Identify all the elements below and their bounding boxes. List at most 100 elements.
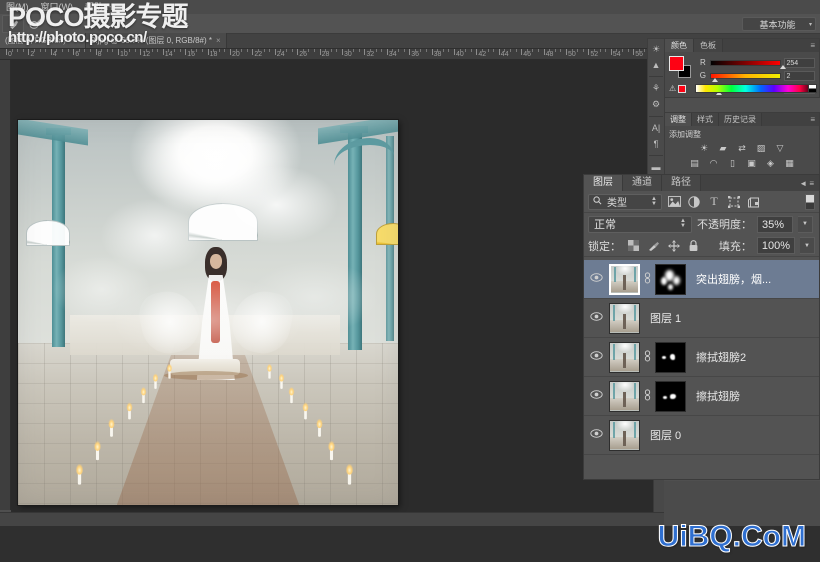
filter-toggle[interactable] <box>805 193 815 210</box>
layer-row[interactable]: 擦拭翅膀2 <box>584 338 819 377</box>
chevron-updown-icon-blend[interactable]: ▲ ▼ <box>680 218 686 229</box>
tab-color[interactable]: 颜色 <box>665 39 694 52</box>
layer-mask-thumbnail[interactable] <box>655 380 686 412</box>
tab-channels[interactable]: 通道 <box>623 175 662 191</box>
menu-item-view[interactable]: 图(M) <box>0 0 35 14</box>
smart-object-filter-icon[interactable] <box>746 194 762 210</box>
more-dock-icon[interactable]: ▬ <box>648 160 664 174</box>
layer-row[interactable]: 图层 1 <box>584 299 819 338</box>
layer-thumbnail[interactable] <box>609 380 640 412</box>
adjustment-filter-icon[interactable] <box>686 194 702 210</box>
layer-row[interactable]: 擦拭翅膀 <box>584 377 819 416</box>
gamut-color-chip[interactable] <box>678 84 687 93</box>
layer-kind-select[interactable]: 类型 ▲ ▼ <box>588 193 662 210</box>
character-dock-icon[interactable]: A| <box>648 121 664 135</box>
layer-row[interactable]: 突出翅膀，烟... <box>584 260 819 299</box>
layer-visibility-eye-icon[interactable] <box>588 429 605 441</box>
opacity-value[interactable]: 35% <box>757 215 793 233</box>
slider-thumb-r[interactable] <box>779 64 786 69</box>
layer-visibility-eye-icon[interactable] <box>588 273 605 285</box>
layer-name[interactable]: 突出翅膀，烟... <box>696 271 771 287</box>
eraser-icon[interactable] <box>27 15 45 33</box>
document-tab-secondary[interactable]: 2.jpg @ 66.7% (图层 0, RGB/8#) * × <box>85 33 227 48</box>
layer-thumbnail[interactable] <box>609 341 640 373</box>
ruler-minor-tick <box>235 49 237 52</box>
properties-dock-icon[interactable]: ⚙ <box>648 97 664 111</box>
brightness-contrast-icon[interactable]: ☀ <box>698 142 711 154</box>
tab-styles[interactable]: 样式 <box>692 113 719 126</box>
workspace-selector[interactable]: 基本功能 ▾ <box>742 17 816 31</box>
slider-value-r[interactable]: 254 <box>783 57 815 68</box>
all-lock-icon[interactable] <box>686 238 701 253</box>
layer-name[interactable]: 图层 0 <box>650 427 681 443</box>
link-icon[interactable] <box>644 350 651 364</box>
brush-icon[interactable] <box>2 14 24 33</box>
slider-thumb-g[interactable] <box>711 77 718 82</box>
curves-icon[interactable]: ⇄ <box>736 142 749 154</box>
history-dock-icon[interactable]: ⚘ <box>648 81 664 95</box>
tab-paths[interactable]: 路径 <box>662 175 701 191</box>
opacity-dropdown-arrow[interactable]: ▼ <box>798 215 813 233</box>
ruler-tick <box>140 49 142 55</box>
foreground-color-swatch[interactable] <box>669 56 684 71</box>
black-white-chip[interactable] <box>808 84 817 93</box>
ruler-tick <box>476 49 478 55</box>
layer-name[interactable]: 擦拭翅膀 <box>696 388 740 404</box>
move-lock-icon[interactable] <box>666 238 681 253</box>
black-white-icon[interactable]: ▯ <box>726 157 739 169</box>
photo-filter-icon[interactable]: ▣ <box>745 157 758 169</box>
slider-track-r[interactable] <box>709 59 786 69</box>
blend-mode-select[interactable]: 正常 ▲ ▼ <box>588 215 692 233</box>
close-icon-2[interactable]: × <box>216 36 221 45</box>
panel-menu-icon[interactable]: ≡ <box>806 39 819 52</box>
levels-icon[interactable]: ▰ <box>717 142 730 154</box>
brightness-dock-icon[interactable]: ☀ <box>648 42 664 56</box>
layer-thumbnail[interactable] <box>609 419 640 451</box>
image-canvas[interactable] <box>18 120 398 505</box>
layer-thumbnail[interactable] <box>609 263 640 295</box>
chevron-updown-icon[interactable]: ▲ ▼ <box>651 196 657 207</box>
exposure-icon[interactable]: ▨ <box>755 142 768 154</box>
layer-mask-thumbnail[interactable] <box>655 263 686 295</box>
tab-adjustments[interactable]: 调整 <box>665 113 692 126</box>
layer-name[interactable]: 擦拭翅膀2 <box>696 349 746 365</box>
fill-dropdown-arrow[interactable]: ▼ <box>800 237 815 254</box>
color-slider-g[interactable]: G 2 <box>699 69 815 82</box>
link-icon[interactable] <box>644 389 651 403</box>
color-balance-icon[interactable]: ◠ <box>707 157 720 169</box>
levels-dock-icon[interactable]: ▲ <box>648 58 664 72</box>
layer-thumbnail[interactable] <box>609 302 640 334</box>
close-icon[interactable]: × <box>75 36 80 45</box>
panel-menu-icon-adjustments[interactable]: ≡ <box>806 113 819 126</box>
color-slider-r[interactable]: R 254 <box>699 56 815 69</box>
layer-visibility-eye-icon[interactable] <box>588 312 605 324</box>
link-icon[interactable] <box>644 272 651 286</box>
paragraph-dock-icon[interactable]: ¶ <box>648 137 664 151</box>
color-spectrum-ramp[interactable] <box>695 84 815 93</box>
layer-list[interactable]: 突出翅膀，烟... 图层 1 擦拭翅膀2 擦拭翅膀图层 0 <box>584 260 819 479</box>
layer-visibility-eye-icon[interactable] <box>588 351 605 363</box>
layer-mask-thumbnail[interactable] <box>655 341 686 373</box>
hue-saturation-icon[interactable]: ▤ <box>688 157 701 169</box>
slider-track-g[interactable] <box>709 72 781 82</box>
tab-swatches[interactable]: 色板 <box>694 39 723 52</box>
shape-filter-icon[interactable] <box>726 194 742 210</box>
brush-lock-icon[interactable] <box>646 238 661 253</box>
tab-history[interactable]: 历史记录 <box>719 113 762 126</box>
color-lookup-icon[interactable]: ▦ <box>783 157 796 169</box>
menu-item-window[interactable]: 窗口(W) <box>35 0 80 14</box>
layer-visibility-eye-icon[interactable] <box>588 390 605 402</box>
menu-item-help[interactable]: 帮助(H) <box>79 0 122 14</box>
slider-value-g[interactable]: 2 <box>783 70 815 81</box>
transparency-lock-icon[interactable] <box>626 238 641 253</box>
tab-layers[interactable]: 图层 <box>584 175 623 191</box>
fill-value[interactable]: 100% <box>756 237 795 254</box>
channel-mixer-icon[interactable]: ◈ <box>764 157 777 169</box>
layer-row[interactable]: 图层 0 <box>584 416 819 455</box>
vibrance-icon[interactable]: ▽ <box>774 142 787 154</box>
layer-name[interactable]: 图层 1 <box>650 310 681 326</box>
image-filter-icon[interactable] <box>666 194 682 210</box>
type-filter-icon[interactable]: T <box>706 194 722 210</box>
panel-menu-icon-layers[interactable]: ◄ ≡ <box>794 175 819 191</box>
document-tab-active[interactable]: (图层 0, RGB/8#) * × <box>0 33 86 48</box>
